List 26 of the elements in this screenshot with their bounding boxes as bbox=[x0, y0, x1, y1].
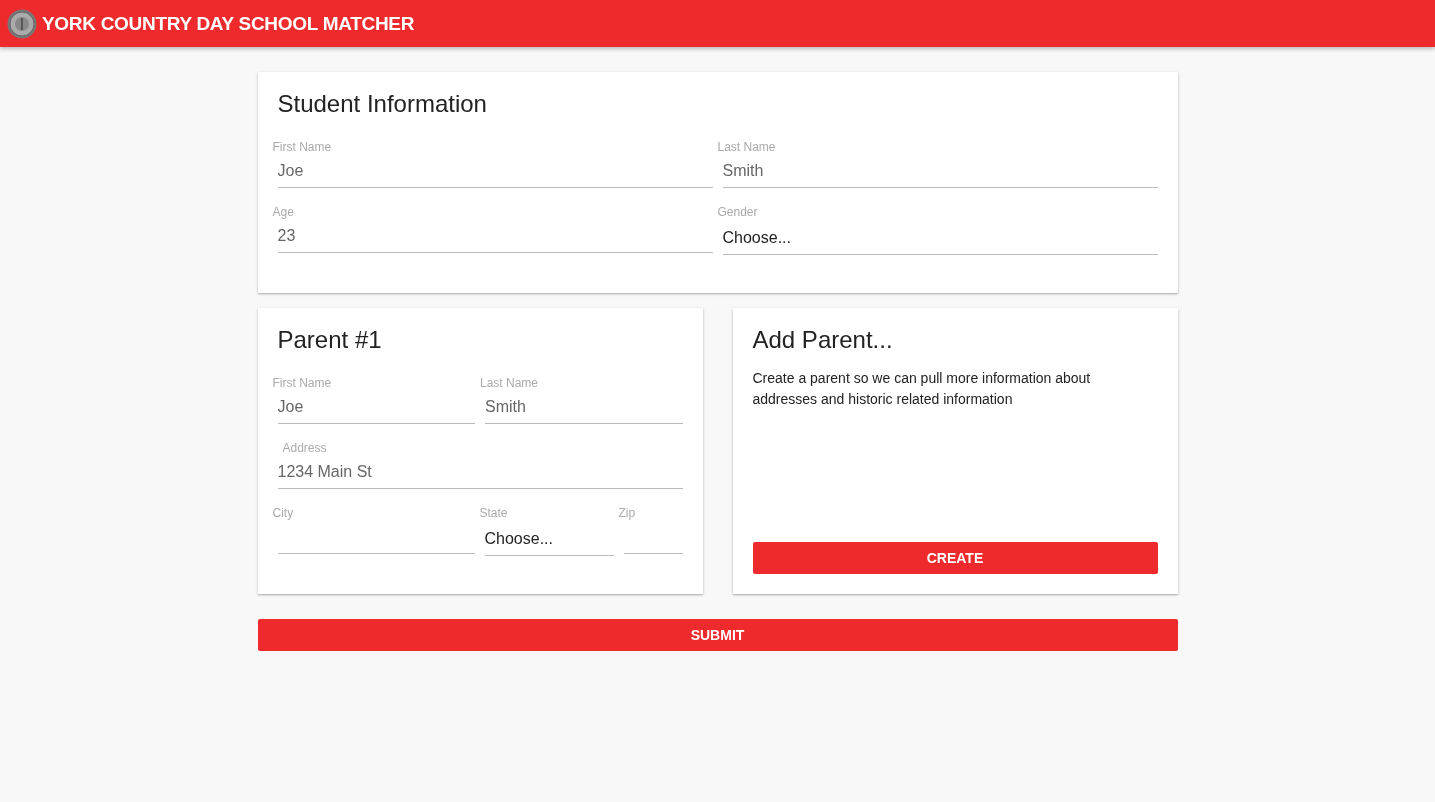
create-button[interactable]: CREATE bbox=[752, 542, 1158, 574]
field-label: First Name bbox=[272, 140, 333, 156]
card-title: Parent #1 bbox=[277, 326, 383, 354]
field-label: Last Name bbox=[480, 376, 540, 392]
field-label: City bbox=[272, 506, 295, 522]
select-field[interactable]: Choose... bbox=[484, 522, 614, 556]
card-description: Create a parent so we can pull more information about addresses and historic related information bbox=[752, 369, 1092, 409]
field-label: Zip bbox=[618, 506, 637, 522]
field-label: Last Name bbox=[717, 140, 777, 156]
field-label: Gender bbox=[717, 205, 759, 221]
input-field[interactable]: Joe bbox=[277, 156, 713, 188]
input-field[interactable]: Smith bbox=[485, 392, 683, 424]
input-field[interactable]: 1234 Main St bbox=[277, 457, 683, 489]
field-label: State bbox=[479, 506, 509, 522]
field-label: Age bbox=[272, 205, 295, 221]
input-field[interactable]: Joe bbox=[277, 392, 475, 424]
input-field[interactable]: 23 bbox=[277, 221, 713, 253]
seal-logo-icon bbox=[7, 8, 37, 39]
select-field[interactable]: Choose... bbox=[722, 221, 1158, 255]
field-label: First Name bbox=[272, 376, 333, 392]
card-title: Student Information bbox=[277, 90, 488, 118]
field-label: Address bbox=[282, 441, 328, 457]
input-field[interactable]: Smith bbox=[722, 156, 1158, 188]
app-title: YORK COUNTRY DAY SCHOOL MATCHER bbox=[42, 12, 415, 35]
submit-button[interactable]: SUBMIT bbox=[257, 619, 1178, 651]
card-title: Add Parent... bbox=[752, 326, 894, 354]
